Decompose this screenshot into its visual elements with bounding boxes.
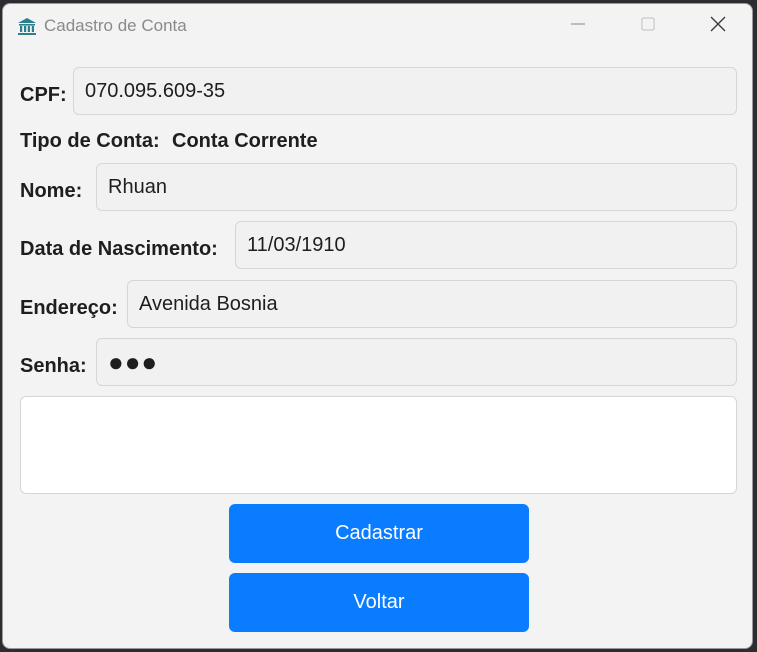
back-button[interactable]: Voltar xyxy=(229,573,529,632)
app-window: Cadastro de Conta CPF: 070.095.609-35 Ti… xyxy=(2,3,753,649)
window-title: Cadastro de Conta xyxy=(44,16,187,35)
cpf-label: CPF: xyxy=(20,84,67,106)
close-icon xyxy=(710,16,726,37)
maximize-icon xyxy=(641,16,655,36)
bank-icon xyxy=(18,18,36,35)
address-label: Endereço: xyxy=(20,297,118,319)
account-type-label: Tipo de Conta: xyxy=(20,130,160,152)
name-label: Nome: xyxy=(20,180,83,202)
name-field[interactable]: Rhuan xyxy=(96,163,737,211)
password-label: Senha: xyxy=(20,355,87,377)
address-field[interactable]: Avenida Bosnia xyxy=(127,280,737,328)
close-button[interactable] xyxy=(695,4,741,48)
minimize-button[interactable] xyxy=(555,4,601,48)
form-area: CPF: 070.095.609-35 Tipo de Conta: Conta… xyxy=(3,48,752,648)
output-text-area[interactable] xyxy=(20,396,737,494)
maximize-button[interactable] xyxy=(625,4,671,48)
register-button[interactable]: Cadastrar xyxy=(229,504,529,563)
account-type-value: Conta Corrente xyxy=(172,130,318,152)
birth-date-field[interactable]: 11/03/1910 xyxy=(235,221,737,269)
password-field[interactable]: ●●● xyxy=(96,338,737,386)
title-bar[interactable]: Cadastro de Conta xyxy=(3,4,752,48)
cpf-field[interactable]: 070.095.609-35 xyxy=(73,67,737,115)
minimize-icon xyxy=(571,17,585,36)
birth-date-label: Data de Nascimento: xyxy=(20,238,218,260)
